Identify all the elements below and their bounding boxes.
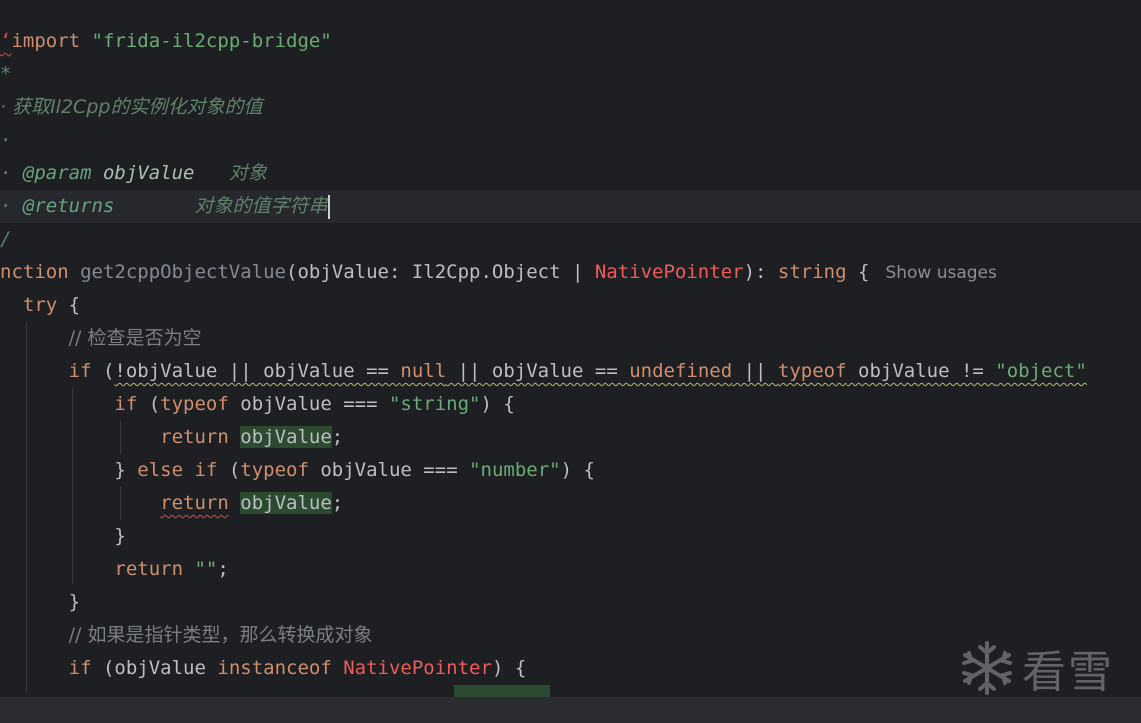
- code-line[interactable]: return "";: [0, 553, 1141, 586]
- highlighted-identifier: objValue: [240, 492, 332, 514]
- keyword: typeof: [160, 393, 229, 415]
- expr-text: objValue ===: [308, 459, 470, 481]
- semicolon: ;: [331, 426, 344, 448]
- doc-param: objValue: [102, 162, 195, 184]
- function-name[interactable]: get2cppObjectValue: [80, 261, 286, 283]
- params: (objValue: Il2Cpp.Object |: [286, 261, 595, 283]
- brace: {: [57, 294, 81, 316]
- doc-tag: @param: [22, 162, 92, 184]
- expr-text: || objValue ==: [446, 360, 630, 382]
- type-error: NativePointer: [594, 261, 744, 283]
- keyword: else: [137, 459, 184, 481]
- paren: (: [217, 459, 241, 481]
- paren-close: ) {: [491, 657, 527, 679]
- show-usages-hint[interactable]: Show usages: [885, 263, 996, 283]
- code-line[interactable]: } else if (typeof objValue === "number")…: [0, 454, 1141, 487]
- brace: }: [68, 591, 81, 613]
- semicolon: ;: [217, 558, 229, 580]
- keyword: if: [68, 360, 92, 382]
- code-line[interactable]: *: [0, 58, 1141, 91]
- keyword: typeof: [240, 459, 309, 481]
- snowflake-icon: [962, 641, 1012, 695]
- doc-bullet: ·: [0, 162, 23, 184]
- doc-description: 对象的值字符串: [194, 195, 328, 217]
- brace: }: [114, 525, 126, 547]
- doc-description: 对象: [228, 162, 267, 184]
- code-line[interactable]: return objValue;: [0, 421, 1141, 454]
- doc-comment: /: [0, 228, 12, 250]
- watermark-logo-text: 看雪: [1022, 647, 1114, 697]
- line-comment: // 如果是指针类型，那么转换成对象: [68, 624, 373, 646]
- keyword: null: [400, 360, 447, 382]
- code-line[interactable]: if (typeof objValue === "string") {: [0, 388, 1141, 421]
- paren-close: ) {: [480, 393, 515, 415]
- keyword: try: [22, 294, 58, 316]
- string-literal: "object": [995, 360, 1087, 382]
- keyword: return: [160, 492, 229, 514]
- keyword: typeof: [777, 360, 847, 382]
- code-line[interactable]: }: [0, 520, 1141, 553]
- keyword: instanceof: [217, 657, 332, 679]
- text-caret: [327, 194, 330, 219]
- keyword: undefined: [629, 360, 733, 382]
- code-line[interactable]: · @param objValue 对象: [0, 157, 1141, 190]
- keyword: return: [160, 426, 229, 448]
- string-literal: "frida-il2cpp-bridge": [91, 30, 332, 52]
- return-type: string: [777, 261, 847, 283]
- params-close: ):: [743, 261, 778, 283]
- keyword: if: [194, 459, 218, 481]
- code-editor[interactable]: ʻimport "frida-il2cpp-bridge" * · 获取Il2C…: [0, 0, 1141, 697]
- highlighted-identifier: objValue: [240, 426, 332, 448]
- expr-text: (objValue: [91, 657, 218, 679]
- paren: (: [91, 360, 115, 382]
- code-line[interactable]: // 检查是否为空: [0, 322, 1141, 355]
- doc-comment: · 获取Il2Cpp的实例化对象的值: [0, 96, 263, 118]
- status-bar: [0, 697, 1141, 723]
- expr-text: objValue ===: [228, 393, 389, 415]
- paren-close: ) {: [560, 459, 595, 481]
- warning-expression: !objValue || objValue == null || objValu…: [114, 360, 1086, 382]
- expr-text: ||: [732, 360, 778, 382]
- type-error: NativePointer: [343, 657, 492, 679]
- code-line[interactable]: ·: [0, 124, 1141, 157]
- brace: }: [114, 459, 138, 481]
- keyword: if: [114, 393, 138, 415]
- doc-comment: *: [0, 63, 12, 85]
- paren: (: [137, 393, 161, 415]
- code-line[interactable]: ʻimport "frida-il2cpp-bridge": [0, 25, 1141, 58]
- code-line[interactable]: nction get2cppObjectValue(objValue: Il2C…: [0, 256, 1141, 289]
- keyword: if: [68, 657, 92, 679]
- brace: {: [846, 261, 870, 283]
- code-line[interactable]: return objValue;: [0, 487, 1141, 520]
- expr-text: !objValue || objValue ==: [114, 360, 401, 382]
- doc-bullet: ·: [0, 195, 23, 217]
- error-marker: ʻ: [0, 30, 12, 52]
- doc-comment: ·: [0, 129, 12, 151]
- doc-tag: @returns: [22, 195, 115, 217]
- string-literal: "string": [388, 393, 481, 415]
- code-line[interactable]: · 获取Il2Cpp的实例化对象的值: [0, 91, 1141, 124]
- string-literal: "number": [469, 459, 561, 481]
- semicolon: ;: [331, 492, 344, 514]
- line-comment: // 检查是否为空: [68, 327, 202, 349]
- keyword: nction: [0, 261, 69, 283]
- code-line[interactable]: try {: [0, 289, 1141, 322]
- watermark: 看雪: [958, 636, 1128, 697]
- highlighted-identifier: [454, 685, 551, 697]
- keyword: return: [114, 558, 184, 580]
- code-line[interactable]: if (!objValue || objValue == null || obj…: [0, 355, 1141, 388]
- code-line[interactable]: }: [0, 586, 1141, 619]
- expr-text: objValue !=: [846, 360, 996, 382]
- code-area[interactable]: ʻimport "frida-il2cpp-bridge" * · 获取Il2C…: [0, 25, 1141, 697]
- string-literal: "": [194, 558, 218, 580]
- code-line-current[interactable]: · @returns 对象的值字符串: [0, 190, 1141, 223]
- keyword: import: [11, 30, 81, 52]
- code-line[interactable]: /: [0, 223, 1141, 256]
